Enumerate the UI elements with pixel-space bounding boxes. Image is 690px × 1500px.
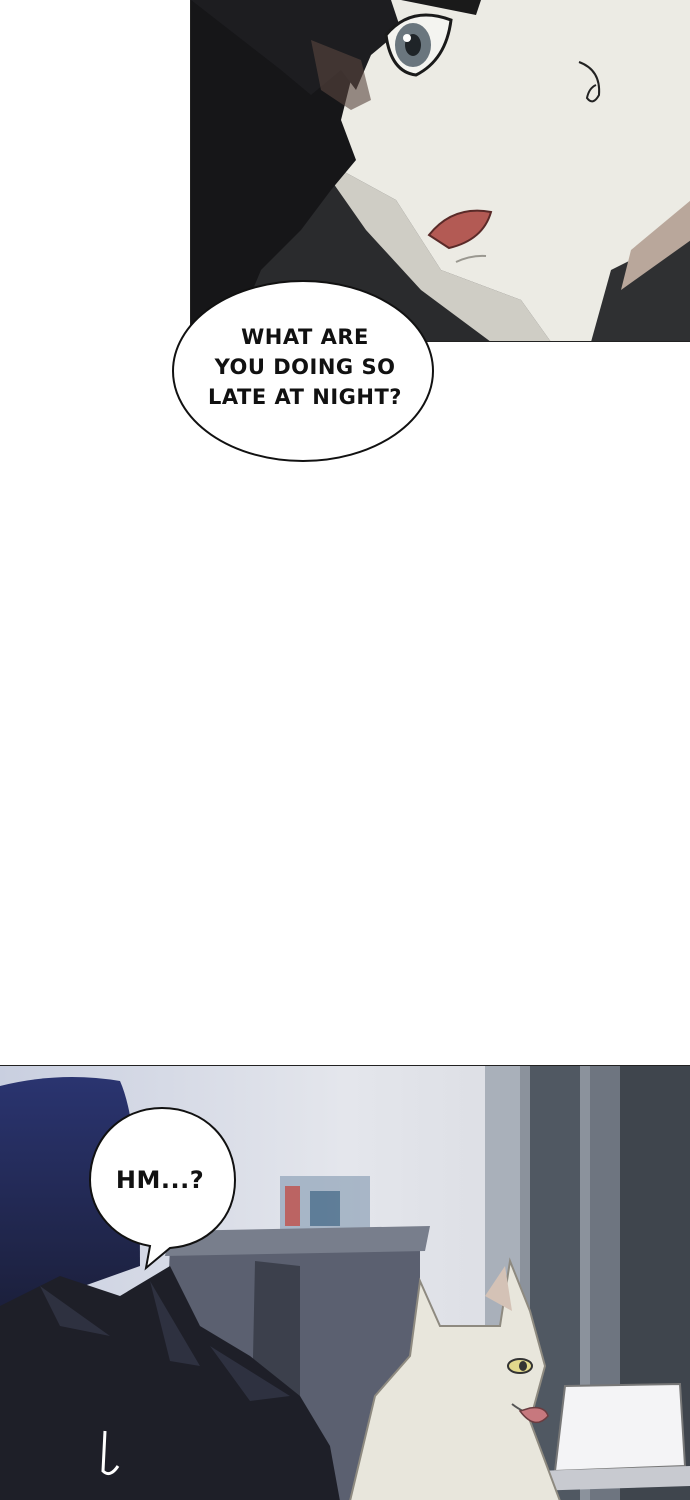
speech-bubble-bottom-text: HM...?: [115, 1166, 205, 1194]
speech-line-1: WHAT ARE: [241, 325, 369, 349]
speech-line-2: YOU DOING SO: [214, 355, 396, 379]
speech-line-3: LATE AT NIGHT?: [208, 385, 402, 409]
speech-bubble-top-text: WHAT ARE YOU DOING SO LATE AT NIGHT?: [190, 322, 420, 412]
